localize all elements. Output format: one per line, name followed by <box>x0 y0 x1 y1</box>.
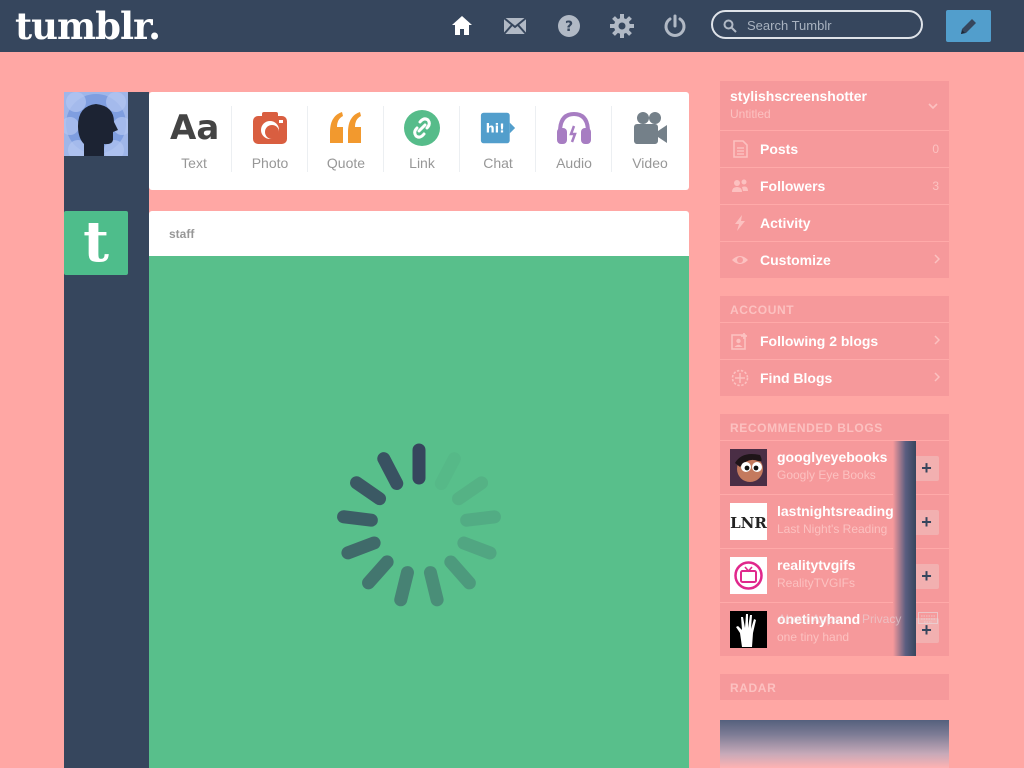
gear-icon[interactable] <box>610 14 634 38</box>
compass-icon <box>731 369 749 387</box>
chevron-right-icon <box>934 254 940 264</box>
post-type-bar: Aa Text Photo Quote Link hi! Chat Audio … <box>149 92 689 190</box>
blog-avatar <box>730 611 767 648</box>
plus-icon: + <box>921 512 932 532</box>
radar-header: RADAR <box>720 674 949 700</box>
blog-name: stylishscreenshotter <box>730 88 867 104</box>
account-menu: ACCOUNT Following 2 blogs Find Blogs <box>720 296 949 396</box>
recommended-blog-title: RealityTVGIFs <box>777 576 856 590</box>
blog-title: Untitled <box>730 107 771 121</box>
dashboard-rail <box>64 92 149 768</box>
sidebar-item-posts[interactable]: Posts 0 <box>720 130 949 167</box>
add-user-icon <box>731 333 747 350</box>
search-icon <box>723 19 737 33</box>
footer-links[interactable]: About Apps <box>778 612 839 626</box>
privacy-link[interactable]: Privacy <box>862 612 901 626</box>
account-heading: ACCOUNT <box>730 303 795 317</box>
chevron-right-icon <box>934 372 940 382</box>
tumblr-t-icon: t <box>83 209 109 275</box>
svg-text:?: ? <box>565 19 573 35</box>
loading-spinner-icon <box>337 443 501 607</box>
blog-avatar <box>730 557 767 594</box>
followers-count: 3 <box>932 179 939 193</box>
document-icon <box>733 140 748 158</box>
video-camera-icon <box>634 112 667 144</box>
sidebar-item-customize[interactable]: Customize <box>720 241 949 278</box>
mail-icon[interactable] <box>503 14 527 38</box>
chevron-down-icon <box>928 103 938 109</box>
posts-count: 0 <box>932 142 939 156</box>
svg-text:hi!: hi! <box>486 121 505 136</box>
chat-icon: hi! <box>480 112 516 144</box>
blog-header[interactable]: stylishscreenshotter Untitled <box>720 81 949 129</box>
recommended-heading: RECOMMENDED BLOGS <box>730 421 883 435</box>
headphones-icon <box>557 111 591 144</box>
post-author[interactable]: staff <box>169 227 194 241</box>
quote-icon <box>330 112 361 143</box>
radar-post-image[interactable] <box>720 720 949 768</box>
link-icon <box>404 110 440 146</box>
chevron-right-icon <box>934 335 940 345</box>
pencil-icon <box>961 19 976 34</box>
eye-icon <box>732 256 748 264</box>
post-type-text[interactable]: Aa Text <box>156 92 232 190</box>
lightning-icon <box>735 215 745 231</box>
recommended-blog-title: Googly Eye Books <box>777 468 876 482</box>
recommended-blog-name: googlyeyebooks <box>777 449 888 465</box>
keyboard-icon[interactable] <box>918 612 938 624</box>
post-type-video[interactable]: Video <box>612 92 688 190</box>
search-input[interactable] <box>745 15 919 36</box>
follow-button[interactable]: + <box>914 456 939 481</box>
blog-avatar: LNR <box>730 503 767 540</box>
post-type-link[interactable]: Link <box>384 92 460 190</box>
people-icon <box>732 179 748 192</box>
recommended-blog-title: one tiny hand <box>777 630 850 644</box>
plus-icon: + <box>921 566 932 586</box>
post-media[interactable] <box>149 256 689 768</box>
compose-button[interactable] <box>946 10 991 42</box>
blog-menu: stylishscreenshotter Untitled Posts 0 Fo… <box>720 81 949 278</box>
home-icon[interactable] <box>450 14 474 38</box>
search-bar[interactable] <box>711 10 923 39</box>
sidebar-item-find-blogs[interactable]: Find Blogs <box>720 359 949 396</box>
tumblr-logo[interactable]: tumblr. <box>15 4 161 48</box>
text-icon: Aa <box>170 108 220 148</box>
user-avatar[interactable] <box>64 92 128 156</box>
blog-avatar <box>730 449 767 486</box>
post-type-chat[interactable]: hi! Chat <box>460 92 536 190</box>
recommended-blog-name: lastnightsreading <box>777 503 894 519</box>
svg-text:LNR: LNR <box>730 514 767 532</box>
radar-heading: RADAR <box>730 681 777 695</box>
recommended-blog-title: Last Night's Reading <box>777 522 888 536</box>
follow-button[interactable]: + <box>914 564 939 589</box>
post-type-photo[interactable]: Photo <box>232 92 308 190</box>
help-icon[interactable]: ? <box>557 14 581 38</box>
power-icon[interactable] <box>663 14 687 38</box>
follow-button[interactable]: + <box>914 510 939 535</box>
sidebar-item-following[interactable]: Following 2 blogs <box>720 322 949 359</box>
sidebar-item-followers[interactable]: Followers 3 <box>720 167 949 204</box>
dashboard-post: staff <box>149 211 689 768</box>
post-type-quote[interactable]: Quote <box>308 92 384 190</box>
recommended-blog-name: realitytvgifs <box>777 557 856 573</box>
sidebar-item-activity[interactable]: Activity <box>720 204 949 241</box>
top-bar: tumblr. ? <box>0 0 1024 52</box>
camera-icon <box>253 112 287 144</box>
plus-icon: + <box>921 458 932 478</box>
staff-avatar[interactable]: t <box>64 211 128 275</box>
post-type-audio[interactable]: Audio <box>536 92 612 190</box>
silhouette-icon <box>64 92 128 156</box>
